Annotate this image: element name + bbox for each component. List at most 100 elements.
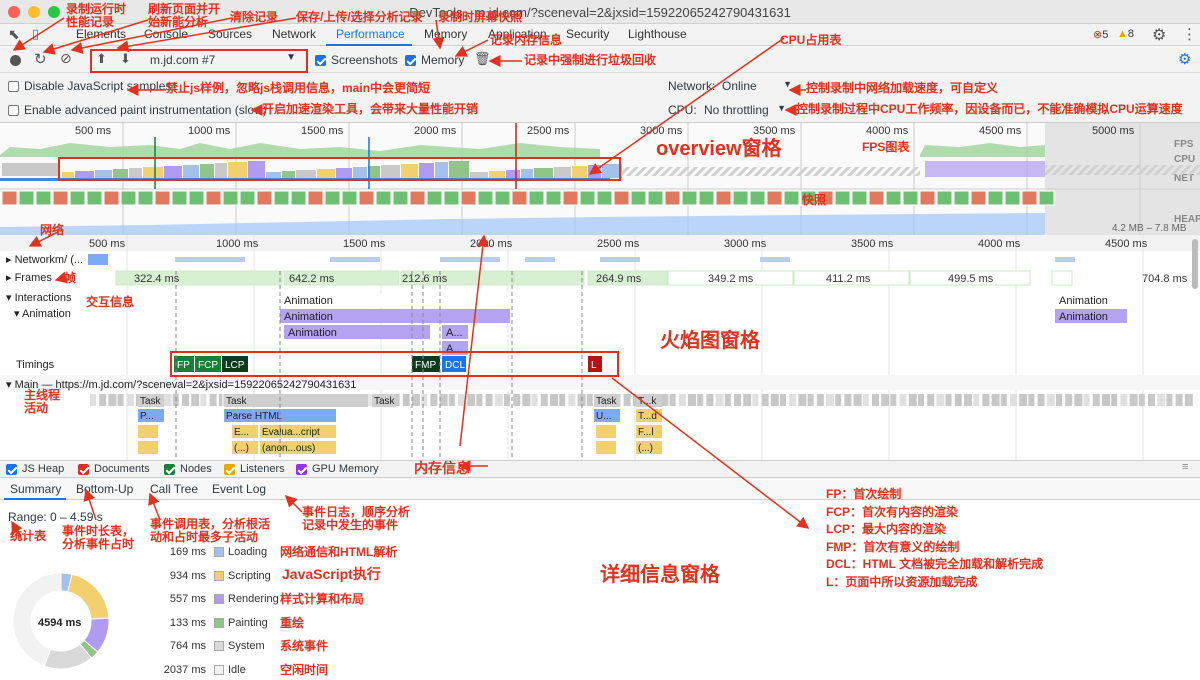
summary-row-duration: 133 ms (169, 616, 206, 629)
flame-chart[interactable]: 500 ms 1000 ms 1500 ms 2000 ms 2500 ms 3000 m… (0, 235, 1200, 460)
warning-count[interactable]: ▲8 (1117, 28, 1134, 40)
tab-performance[interactable]: Performance (336, 27, 405, 41)
task-block (899, 394, 907, 406)
disable-js-samples-label: Disable JavaScript samples (24, 79, 172, 93)
summary-row-color-swatch (214, 547, 224, 557)
tab-console[interactable]: Console (144, 27, 188, 41)
task-block (918, 394, 924, 406)
error-icon: ⊗ (1093, 29, 1103, 41)
disable-js-samples-checkbox[interactable] (8, 81, 19, 92)
metric-definition: FCP：首次有内容的渲染 (826, 504, 959, 519)
task-block (964, 394, 972, 406)
timings-highlight (170, 351, 619, 377)
reload-record-icon[interactable]: ↻ (34, 50, 47, 68)
tab-sources[interactable]: Sources (208, 27, 252, 41)
screenshot-thumbnail (562, 190, 579, 206)
profile-select[interactable]: m.jd.com #7 ▼ (150, 52, 300, 67)
inspect-element-icon[interactable]: ⬉ (8, 26, 20, 43)
cpu-throttle-select[interactable]: No throttling ▼ (704, 103, 788, 117)
overview-tick-label: 1500 ms (301, 125, 344, 137)
task-block (476, 394, 483, 406)
screenshot-thumbnail (307, 190, 324, 206)
tab-call-tree[interactable]: Call Tree (150, 482, 198, 496)
task-block (540, 394, 548, 406)
summary-row-annotation: JavaScript执行 (282, 565, 381, 582)
memory-checkbox[interactable] (405, 55, 416, 66)
nodes-checkbox[interactable] (164, 464, 175, 475)
gpu-memory-checkbox[interactable] (296, 464, 307, 475)
tab-lighthouse[interactable]: Lighthouse (628, 27, 687, 41)
tab-network[interactable]: Network (272, 27, 316, 41)
summary-row-duration: 2037 ms (163, 663, 206, 676)
summary-row-annotation: 网络通信和HTML解析 (280, 545, 398, 559)
screenshot-thumbnail (341, 190, 358, 206)
interactions-track-label: Interactions (14, 292, 72, 304)
flame-tick-label: 4000 ms (978, 238, 1021, 250)
task-block (596, 425, 616, 438)
screenshot-thumbnail (1021, 190, 1038, 206)
interactions-track[interactable]: ▾ Interactions (6, 291, 71, 304)
device-toolbar-icon[interactable]: ▯ (32, 26, 39, 42)
frames-track[interactable]: ▸ Frames (6, 271, 52, 284)
tab-event-log[interactable]: Event Log (212, 482, 266, 496)
task-block (531, 394, 538, 406)
record-button[interactable] (10, 55, 21, 66)
garbage-collect-icon[interactable]: 🗑 (474, 51, 491, 67)
tab-elements[interactable]: Elements (76, 27, 126, 41)
advanced-paint-checkbox[interactable] (8, 105, 19, 116)
load-profile-icon[interactable]: ⬆ (96, 51, 107, 67)
flame-tick-label: 500 ms (89, 238, 126, 250)
screenshot-thumbnail (103, 190, 120, 206)
tab-memory[interactable]: Memory (424, 27, 467, 41)
cpu-idle-hatch (620, 167, 920, 176)
task-block (844, 394, 852, 406)
capture-settings-gear-icon[interactable]: ⚙ (1178, 50, 1191, 68)
tab-security[interactable]: Security (566, 27, 609, 41)
annotation-screenshot: 录制时屏幕快照 (438, 10, 523, 24)
task-block (669, 394, 676, 406)
task-block (1184, 394, 1193, 406)
summary-row-color-swatch (214, 641, 224, 651)
overview-tick-label: 3000 ms (640, 125, 683, 137)
network-throttle-select[interactable]: Online ▼ (722, 79, 794, 93)
summary-row-color-swatch (214, 617, 224, 628)
annotation-event-log: 事件日志，顺序分析 记录中发生的事件 (302, 505, 411, 532)
animation-track[interactable]: ▾ Animation (14, 307, 71, 320)
flame-tick-label: 2000 ms (470, 238, 513, 250)
timings-track-label[interactable]: Timings (16, 359, 54, 371)
settings-gear-icon[interactable]: ⚙ (1152, 25, 1166, 45)
error-count[interactable]: ⊗5 (1093, 28, 1108, 41)
task-label: T...d (638, 411, 657, 422)
annotation-details: 详细信息窗格 (600, 564, 720, 586)
save-profile-icon[interactable]: ⬇ (120, 51, 131, 67)
screenshots-checkbox[interactable] (315, 55, 326, 66)
clear-icon[interactable]: ⊘ (60, 50, 72, 67)
tab-summary[interactable]: Summary (10, 482, 61, 496)
task-block (936, 394, 945, 406)
task-label: F...l (638, 427, 654, 438)
annotation-clear: 清除记录 (230, 10, 279, 24)
summary-tab-indicator (4, 498, 66, 500)
more-menu-icon[interactable]: ⋮ (1182, 25, 1197, 43)
task-block (1102, 394, 1110, 406)
task-block (163, 394, 172, 406)
task-block (117, 394, 124, 406)
screenshot-thumbnail (953, 190, 970, 206)
annotation-save: 保存/上传/选择分析记录 (296, 10, 423, 24)
documents-checkbox[interactable] (78, 464, 89, 475)
resize-handle-icon[interactable]: ≡ (1182, 461, 1188, 473)
screenshot-thumbnail (137, 190, 154, 206)
summary-table: 169 ms Loading 网络通信和HTML解析 934 ms Scripting J… (130, 546, 430, 680)
annotation-interaction: 交互信息 (86, 295, 135, 309)
listeners-checkbox[interactable] (224, 464, 235, 475)
screenshot-thumbnail (545, 190, 562, 206)
tab-bottom-up[interactable]: Bottom-Up (76, 482, 133, 496)
summary-row-color-swatch (214, 594, 224, 604)
js-heap-checkbox[interactable] (6, 464, 17, 475)
cpu-activity-block (2, 163, 58, 176)
summary-range: Range: 0 – 4.59 s (8, 510, 103, 524)
task-block (191, 394, 200, 406)
task-block (623, 394, 631, 406)
screenshot-thumbnail (171, 190, 188, 206)
network-track[interactable]: ▸ Networkm/ (... (6, 253, 83, 266)
